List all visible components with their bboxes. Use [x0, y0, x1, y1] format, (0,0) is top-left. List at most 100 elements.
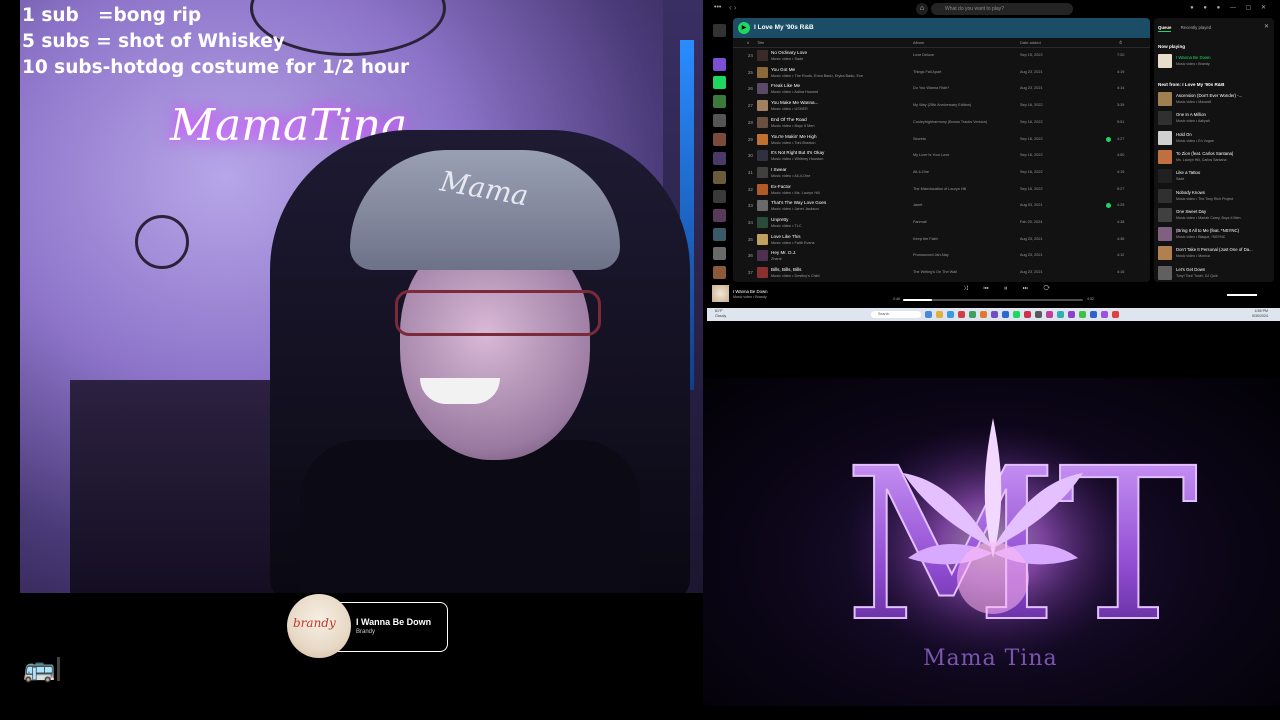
library-item[interactable]	[713, 114, 726, 127]
track-artist[interactable]: Music video • TLC	[771, 224, 802, 228]
taskbar-app-icon[interactable]	[1112, 311, 1119, 318]
playback-controls-icon[interactable]: ⤨ ⏮ ⏸ ⏭ ⟳	[963, 286, 1057, 293]
table-row[interactable]: 26 Freak Like Me Music video • Adina Howar…	[733, 81, 1150, 97]
taskbar-app-icon[interactable]	[1079, 311, 1086, 318]
queue-item[interactable]: (Bring It All to Me (feat. *NSYNC) Music …	[1158, 225, 1273, 244]
taskbar-app-icon[interactable]	[925, 311, 932, 318]
track-title[interactable]: Unpretty	[771, 217, 788, 222]
track-title[interactable]: Ex-Factor	[771, 184, 791, 189]
track-title[interactable]: I Swear	[771, 167, 787, 172]
liked-check-icon[interactable]	[1106, 136, 1111, 142]
track-artist[interactable]: Music video • Toni Braxton	[771, 141, 816, 145]
track-title[interactable]: Hey Mr. D.J.	[771, 250, 796, 255]
taskbar-app-icon[interactable]	[1035, 311, 1042, 318]
taskbar-app-icon[interactable]	[969, 311, 976, 318]
back-forward-icon[interactable]: ‹ ›	[729, 3, 737, 12]
window-controls-icon[interactable]: ● ● ● — ▢ ✕	[1190, 4, 1270, 11]
liked-check-icon[interactable]	[1106, 203, 1111, 209]
table-row[interactable]: 27 You Make Me Wanna... Music video • USHE…	[733, 98, 1150, 114]
track-title[interactable]: End Of The Road	[771, 117, 807, 122]
library-icon[interactable]	[713, 24, 726, 37]
track-album[interactable]: Janet	[913, 203, 922, 207]
table-row[interactable]: 31 I Swear Music video • All-4-One All-4-On…	[733, 165, 1150, 181]
queue-item[interactable]: One Sweet Day Music video • Mariah Carey,…	[1158, 206, 1273, 225]
taskbar-app-icon[interactable]	[980, 311, 987, 318]
library-item[interactable]	[713, 209, 726, 222]
track-title[interactable]: Love Like This	[771, 234, 801, 239]
taskbar-app-icon[interactable]	[1090, 311, 1097, 318]
taskbar-app-icon[interactable]	[991, 311, 998, 318]
library-item[interactable]	[713, 58, 726, 71]
track-artist[interactable]: Music video • The Roots, Erica Badu, Ery…	[771, 74, 863, 78]
track-album[interactable]: The Miseducation of Lauryn Hill	[913, 187, 966, 191]
track-artist[interactable]: Music video • Janet Jackson	[771, 207, 819, 211]
weather-widget[interactable]: 61°F Cloudy	[715, 309, 726, 319]
track-album[interactable]: Things Fall Apart	[913, 70, 942, 74]
table-row[interactable]: 24 No Ordinary Love Music video • Sade Love…	[733, 48, 1150, 64]
library-item[interactable]	[713, 171, 726, 184]
player-title[interactable]: I Wanna Be Down	[733, 289, 767, 294]
table-row[interactable]: 36 Hey Mr. D.J. Zhané Pronounced Jah-Nay Aug…	[733, 248, 1150, 264]
play-button[interactable]: ▶	[738, 22, 750, 34]
library-item[interactable]	[713, 95, 726, 108]
table-row[interactable]: 33 That's The Way Love Goes Music video • …	[733, 198, 1150, 214]
track-artist[interactable]: Music video • Boyz II Men	[771, 124, 815, 128]
tab-queue[interactable]: Queue	[1158, 25, 1172, 32]
track-title[interactable]: You're Makin' Me High	[771, 134, 817, 139]
table-row[interactable]: 25 You Got Me Music video • The Roots, Eri…	[733, 65, 1150, 81]
player-artist[interactable]: Music video • Brandy	[733, 295, 767, 299]
system-clock[interactable]: 4:55 PM 5/30/2024	[1252, 309, 1268, 319]
track-title[interactable]: You Got Me	[771, 67, 795, 72]
track-artist[interactable]: Zhané	[771, 257, 782, 261]
queue-item[interactable]: One In A Million Music video • Aaliyah	[1158, 109, 1273, 128]
table-row[interactable]: 32 Ex-Factor Music video • Ms. Lauryn Hill…	[733, 182, 1150, 198]
taskbar-app-icon[interactable]	[947, 311, 954, 318]
taskbar-app-icon[interactable]	[1024, 311, 1031, 318]
close-icon[interactable]: ✕	[1264, 23, 1269, 30]
table-row[interactable]: 28 End Of The Road Music video • Boyz II M…	[733, 115, 1150, 131]
taskbar-app-icon[interactable]	[1002, 311, 1009, 318]
track-album[interactable]: All-4-One	[913, 170, 929, 174]
volume-slider[interactable]	[1227, 294, 1257, 296]
queue-item[interactable]: To Zion (feat. Carlos Santana) Ms. Lauryn…	[1158, 148, 1273, 167]
taskbar-app-icon[interactable]	[1057, 311, 1064, 318]
track-artist[interactable]: Music video • USHER	[771, 107, 808, 111]
progress-bar[interactable]	[903, 299, 1083, 301]
taskbar-app-icon[interactable]	[1013, 311, 1020, 318]
library-item[interactable]	[713, 247, 726, 260]
queue-item[interactable]: Nobody Knows Music video • The Tony Rich …	[1158, 187, 1273, 206]
table-row[interactable]: 30 It's Not Right But It's Okay Music vide…	[733, 148, 1150, 164]
taskbar-app-icon[interactable]	[1068, 311, 1075, 318]
table-row[interactable]: 35 Love Like This Music video • Faith Evan…	[733, 232, 1150, 248]
library-item[interactable]	[713, 190, 726, 203]
taskbar-app-icon[interactable]	[958, 311, 965, 318]
queue-item[interactable]: Like a Tattoo Sade	[1158, 167, 1273, 186]
track-album[interactable]: My Love Is Your Love	[913, 153, 949, 157]
queue-item[interactable]: Don't Take It Personal (Just One of Da..…	[1158, 244, 1273, 263]
track-artist[interactable]: Music video • Adina Howard	[771, 90, 818, 94]
track-artist[interactable]: Music video • Sade	[771, 57, 803, 61]
home-icon[interactable]: ⌂	[916, 3, 928, 15]
tab-recently-played[interactable]: Recently played	[1181, 25, 1212, 30]
track-album[interactable]: My Way (25th Anniversary Edition)	[913, 103, 971, 107]
library-item[interactable]	[713, 152, 726, 165]
track-album[interactable]: Fanmail	[913, 220, 927, 224]
track-artist[interactable]: Music video • Whitney Houston	[771, 157, 823, 161]
track-artist[interactable]: Music video • All-4-One	[771, 174, 810, 178]
taskbar-search[interactable]: Search	[871, 311, 921, 318]
track-artist[interactable]: Music video • Ms. Lauryn Hill	[771, 191, 820, 195]
library-item[interactable]	[713, 228, 726, 241]
track-album[interactable]: Do You Wanna Ride?	[913, 86, 949, 90]
queue-item[interactable]: Ascension (Don't Ever Wonder) -... Music …	[1158, 90, 1273, 109]
table-row[interactable]: 29 You're Makin' Me High Music video • Ton…	[733, 132, 1150, 148]
table-row[interactable]: 37 Bills, Bills, Bills Music video • Desti…	[733, 265, 1150, 281]
queue-item[interactable]: Let's Get Down Tony! Toni! Toné!, DJ Quik	[1158, 264, 1273, 282]
track-album[interactable]: Secrets	[913, 137, 926, 141]
taskbar-app-icon[interactable]	[936, 311, 943, 318]
library-item[interactable]	[713, 76, 726, 89]
table-row[interactable]: 34 Unpretty Music video • TLC Fanmail Feb 20…	[733, 215, 1150, 231]
track-album[interactable]: Keep the Faith	[913, 237, 938, 241]
queue-item[interactable]: Hold On Music video • En Vogue	[1158, 129, 1273, 148]
library-item[interactable]	[713, 133, 726, 146]
track-album[interactable]: Cooleyhighharmony (Bonus Tracks Version)	[913, 120, 987, 124]
